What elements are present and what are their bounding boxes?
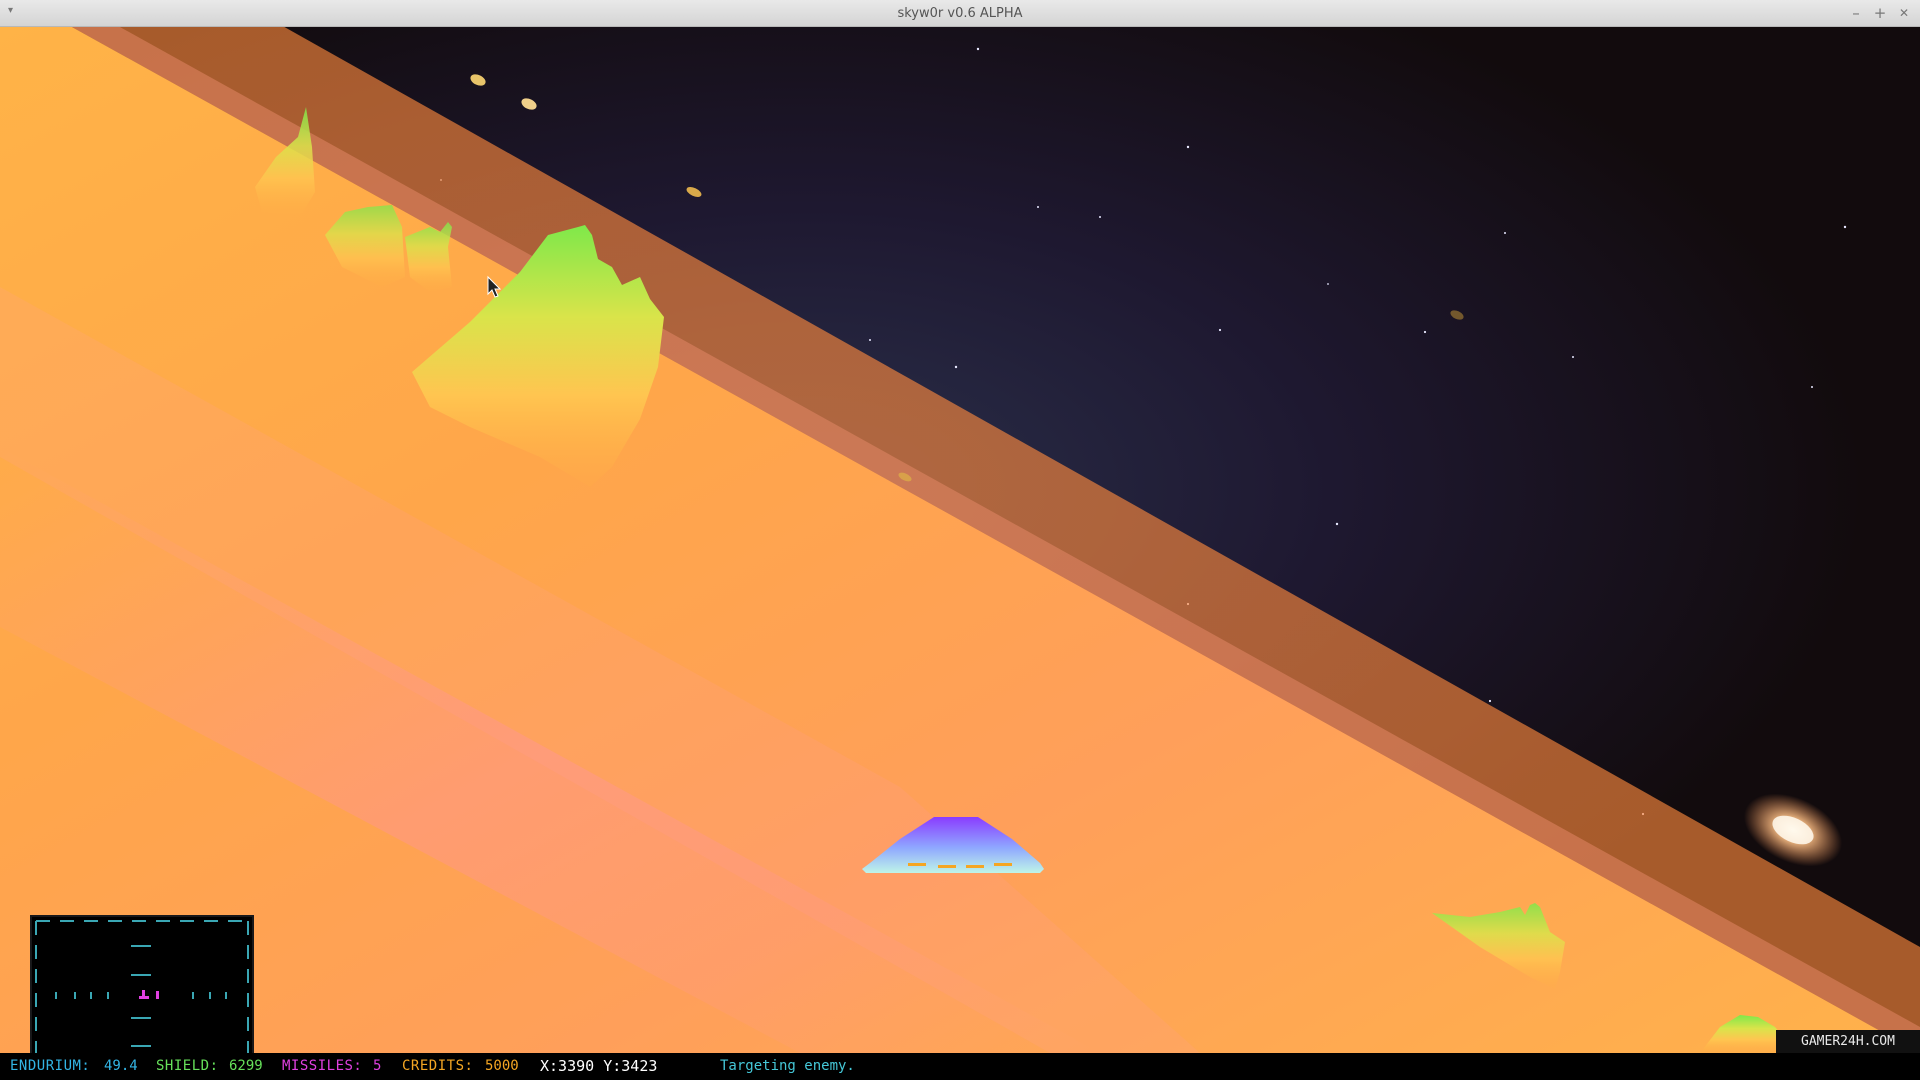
close-button[interactable]: ✕ — [1894, 3, 1914, 23]
game-viewport[interactable]: GAMER24H.COM — [0, 27, 1920, 1053]
watermark: GAMER24H.COM — [1776, 1030, 1920, 1053]
credits-value: 5000 — [485, 1058, 519, 1074]
status-message: Targeting enemy. — [720, 1058, 855, 1074]
window-title: skyw0r v0.6 ALPHA — [897, 6, 1023, 21]
game-scene — [0, 27, 1920, 1053]
endurium-value: 49.4 — [104, 1058, 138, 1074]
credits-label: CREDITS: — [402, 1058, 474, 1074]
hud-status-bar: ENDURIUM: 49.4 SHIELD: 6299 MISSILES: 5 … — [0, 1053, 1920, 1080]
shield-value: 6299 — [229, 1058, 263, 1074]
radar-minimap — [30, 915, 254, 1053]
missiles-value: 5 — [373, 1058, 382, 1074]
maximize-button[interactable]: + — [1870, 3, 1890, 23]
shield-label: SHIELD: — [156, 1058, 219, 1074]
radar-grid — [35, 920, 249, 1053]
coordinates-readout: X:3390 Y:3423 — [540, 1057, 658, 1075]
radar-player-marker — [139, 990, 159, 999]
missiles-label: MISSILES: — [282, 1058, 363, 1074]
endurium-label: ENDURIUM: — [10, 1058, 91, 1074]
window-titlebar[interactable]: ▾ skyw0r v0.6 ALPHA – + ✕ — [0, 0, 1920, 27]
minimize-button[interactable]: – — [1846, 3, 1866, 23]
